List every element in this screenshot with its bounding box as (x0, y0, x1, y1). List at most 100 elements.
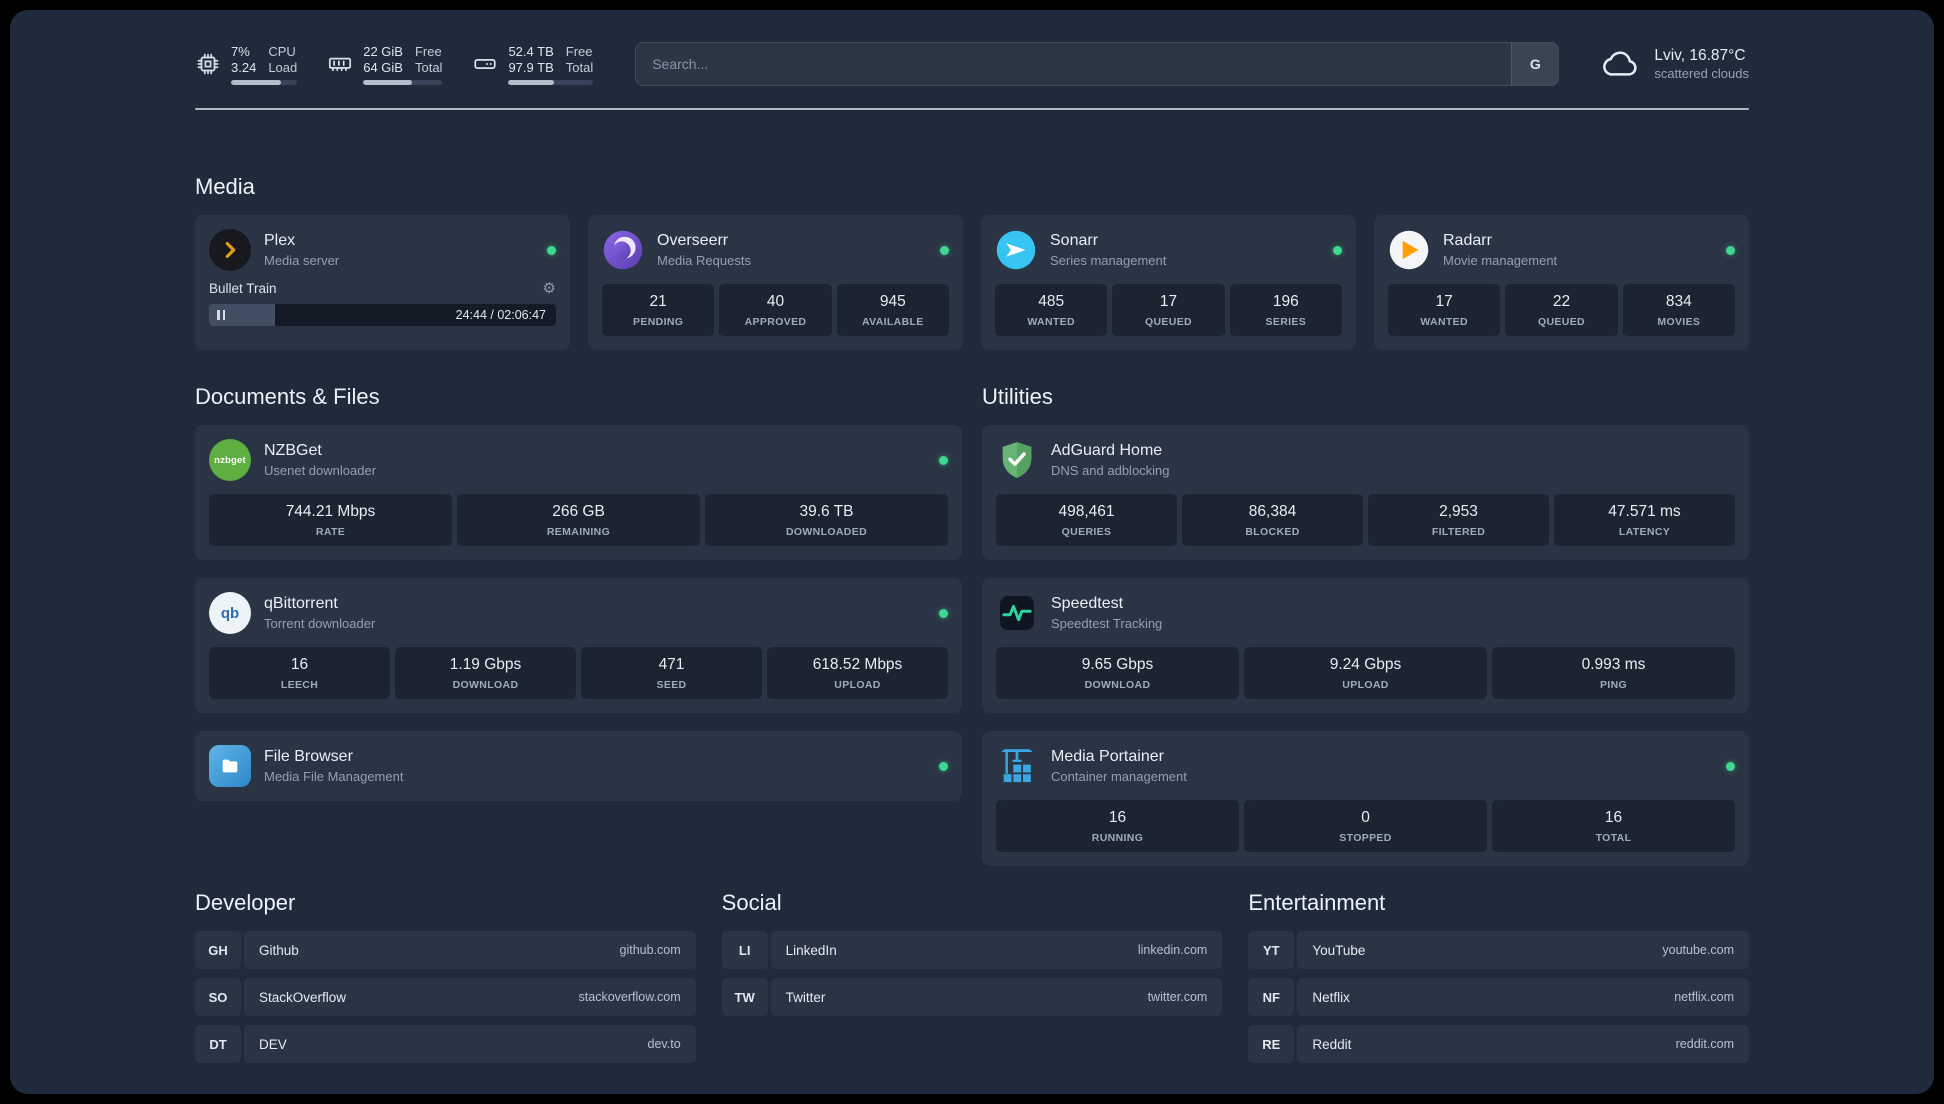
bookmark-link: Reddit reddit.com (1297, 1025, 1749, 1063)
bookmark-name: Twitter (785, 989, 826, 1005)
stat-value: 17 (1159, 293, 1178, 310)
bookmark-link: Twitter twitter.com (770, 978, 1223, 1016)
stat-label: REMAINING (546, 526, 611, 538)
service-subtitle: Usenet downloader (264, 463, 377, 478)
bookmark-name: StackOverflow (259, 989, 347, 1005)
stat-value: 17 (1435, 293, 1453, 310)
qbittorrent-icon: qb (209, 592, 251, 634)
bookmark-dev[interactable]: DT DEV dev.to (195, 1025, 696, 1063)
portainer-icon (996, 745, 1038, 787)
stat-tile: 9.24 Gbps UPLOAD (1244, 647, 1487, 699)
gear-icon[interactable]: ⚙ (543, 281, 556, 296)
stat-tile: 834 MOVIES (1622, 284, 1735, 336)
cpu-widget: 7% 3.24 CPU Load (195, 43, 298, 85)
bookmark-group-developer: Developer GH Github github.com SO StackO… (195, 890, 696, 1072)
stat-label: LATENCY (1618, 526, 1671, 538)
stat-label: WANTED (1027, 316, 1075, 328)
service-subtitle: Container management (1051, 769, 1187, 784)
cpu-label-1: CPU (268, 43, 296, 59)
service-title: Plex (264, 232, 296, 249)
bookmark-linkedin[interactable]: LI LinkedIn linkedin.com (721, 931, 1223, 969)
service-card-radarr[interactable]: Radarr Movie management 17 WANTED 22 QUE… (1374, 215, 1749, 350)
stat-label: DOWNLOAD (452, 679, 519, 691)
status-dot (939, 455, 948, 465)
service-subtitle: Movie management (1443, 253, 1558, 268)
stat-label: DOWNLOADED (785, 526, 868, 538)
stat-tile: 1.19 Gbps DOWNLOAD (395, 647, 576, 699)
search-provider-button[interactable]: G (1511, 43, 1559, 85)
stat-value: 47.571 ms (1608, 503, 1681, 520)
stat-tile: 40 APPROVED (719, 284, 832, 336)
cpu-load: 3.24 (231, 59, 257, 75)
stat-value: 9.24 Gbps (1329, 656, 1402, 673)
stat-tile: 0 STOPPED (1244, 800, 1487, 852)
stat-value: 0 (1361, 809, 1370, 826)
plex-icon (209, 229, 251, 271)
bookmark-stackoverflow[interactable]: SO StackOverflow stackoverflow.com (195, 978, 696, 1016)
stat-tile: 744.21 Mbps RATE (209, 494, 452, 546)
stat-label: UPLOAD (1342, 679, 1389, 691)
stat-tile: 39.6 TB DOWNLOADED (705, 494, 948, 546)
cpu-icon (195, 51, 221, 77)
service-card-overseerr[interactable]: Overseerr Media Requests 21 PENDING 40 A… (588, 215, 963, 350)
bookmark-link: LinkedIn linkedin.com (770, 931, 1223, 969)
bookmark-link: StackOverflow stackoverflow.com (244, 978, 696, 1016)
stat-label: QUEUED (1144, 316, 1192, 328)
bookmark-netflix[interactable]: NF Netflix netflix.com (1248, 978, 1749, 1016)
service-card-qbittorrent[interactable]: qb qBittorrent Torrent downloader 16 LEE… (195, 578, 962, 713)
stat-label: BLOCKED (1245, 526, 1300, 538)
ram-widget: 22 GiB 64 GiB Free Total (327, 43, 443, 85)
bookmark-link: Netflix netflix.com (1297, 978, 1749, 1016)
stat-tile: 196 SERIES (1229, 284, 1342, 336)
service-card-portainer[interactable]: Media Portainer Container management 16 … (982, 731, 1749, 866)
stat-tile: 471 SEED (581, 647, 762, 699)
playback-progress-bar[interactable]: 24:44 / 02:06:47 (209, 304, 556, 326)
disk-bar (508, 79, 594, 85)
service-card-speedtest[interactable]: Speedtest Speedtest Tracking 9.65 Gbps D… (982, 578, 1749, 713)
bookmark-youtube[interactable]: YT YouTube youtube.com (1248, 931, 1749, 969)
service-subtitle: Torrent downloader (264, 616, 376, 631)
service-title: Speedtest (1051, 595, 1124, 612)
stat-label: TOTAL (1595, 832, 1632, 844)
stat-tile: 47.571 ms LATENCY (1554, 494, 1735, 546)
pause-icon[interactable] (217, 310, 225, 320)
ram-total: 64 GiB (363, 59, 403, 75)
stat-label: MOVIES (1657, 316, 1701, 328)
service-card-nzbget[interactable]: nzbget NZBGet Usenet downloader 744.21 M… (195, 425, 962, 560)
overseerr-icon (602, 229, 644, 271)
stat-label: RATE (315, 526, 346, 538)
stat-tile: 17 QUEUED (1112, 284, 1225, 336)
section-title-documents: Documents & Files (195, 384, 380, 409)
service-subtitle: Media Requests (657, 253, 751, 268)
ram-bar (363, 79, 443, 85)
stat-label: UPLOAD (834, 679, 881, 691)
stat-label: STOPPED (1339, 832, 1392, 844)
adguard-icon (996, 439, 1038, 481)
bookmark-github[interactable]: GH Github github.com (195, 931, 696, 969)
search-input[interactable] (636, 43, 1512, 85)
service-card-plex[interactable]: Plex Media server Bullet Train ⚙ 24:44 /… (195, 215, 570, 350)
weather-widget: Lviv, 16.87°C scattered clouds (1601, 44, 1749, 84)
status-dot (939, 608, 948, 618)
bookmark-twitter[interactable]: TW Twitter twitter.com (721, 978, 1223, 1016)
sonarr-icon (995, 229, 1037, 271)
section-title-entertainment: Entertainment (1248, 890, 1386, 915)
stat-value: 618.52 Mbps (812, 656, 903, 673)
bookmark-abbr: RE (1248, 1025, 1295, 1063)
system-resources: 7% 3.24 CPU Load 22 GiB 64 GiB Free Tota… (195, 43, 594, 85)
plex-now-playing: Bullet Train ⚙ 24:44 / 02:06:47 (209, 281, 556, 326)
stat-tile: 945 AVAILABLE (836, 284, 949, 336)
stat-label: RUNNING (1091, 832, 1144, 844)
bookmark-url: netflix.com (1674, 990, 1734, 1004)
bookmark-abbr: DT (195, 1025, 241, 1063)
bookmark-name: Netflix (1312, 989, 1350, 1005)
ram-free: 22 GiB (363, 43, 403, 59)
service-card-sonarr[interactable]: Sonarr Series management 485 WANTED 17 Q… (981, 215, 1356, 350)
bookmark-reddit[interactable]: RE Reddit reddit.com (1248, 1025, 1749, 1063)
stat-value: 39.6 TB (799, 503, 854, 520)
bookmark-url: linkedin.com (1137, 943, 1208, 957)
service-card-adguard[interactable]: AdGuard Home DNS and adblocking 498,461 … (982, 425, 1749, 560)
bookmark-link: DEV dev.to (244, 1025, 696, 1063)
status-dot (939, 761, 948, 771)
service-card-filebrowser[interactable]: File Browser Media File Management (195, 731, 962, 801)
